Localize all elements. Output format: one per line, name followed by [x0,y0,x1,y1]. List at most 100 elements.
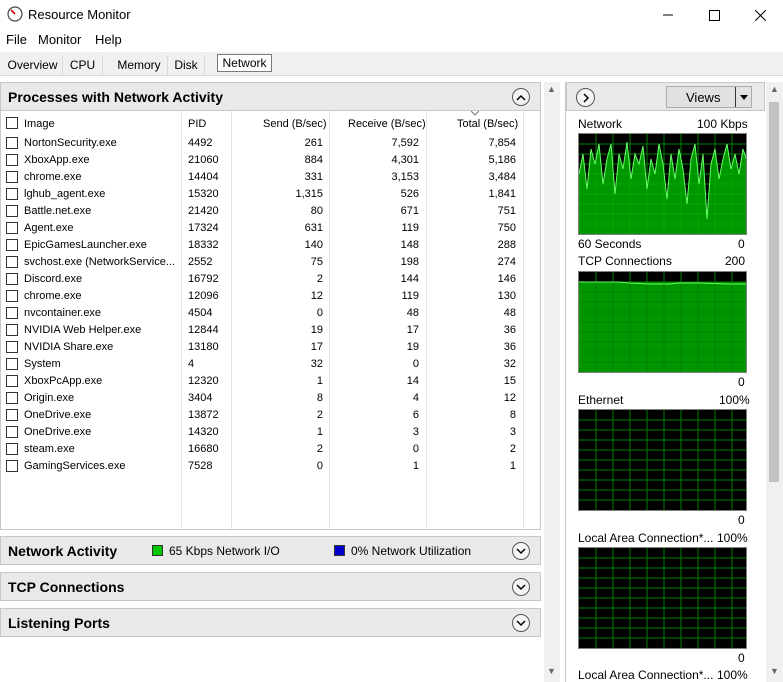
table-row[interactable]: chrome.exe 14404 331 3,153 3,484 [1,169,541,186]
table-row[interactable]: Battle.net.exe 21420 80 671 751 [1,203,541,220]
listening-ports-title: Listening Ports [8,615,110,631]
graph-grid [579,410,746,510]
tcp-graph-plot [579,272,746,372]
process-pid: 12096 [188,290,219,302]
column-header-receive[interactable]: Receive (B/sec) [348,118,426,130]
row-checkbox[interactable] [6,154,18,166]
process-send: 1 [316,375,323,387]
process-send: 75 [310,256,323,268]
table-row[interactable]: chrome.exe 12096 12 119 130 [1,288,541,305]
expand-network-activity-button[interactable] [512,542,530,560]
table-row[interactable]: OneDrive.exe 14320 1 3 3 [1,424,541,441]
table-row[interactable]: steam.exe 16680 2 0 2 [1,441,541,458]
table-row[interactable]: NortonSecurity.exe 4492 261 7,592 7,854 [1,135,541,152]
row-checkbox[interactable] [6,273,18,285]
menu-file[interactable]: File [6,32,27,47]
tab-overview[interactable]: Overview [3,55,63,75]
row-checkbox[interactable] [6,256,18,268]
row-checkbox[interactable] [6,392,18,404]
network-graph-plot [579,134,746,234]
row-checkbox[interactable] [6,358,18,370]
table-row[interactable]: svchost.exe (NetworkService... 2552 75 198 2… [1,254,541,271]
scroll-up-icon[interactable]: ▲ [547,84,556,94]
tab-network[interactable]: Network [217,54,272,72]
close-button[interactable] [737,0,783,30]
tab-cpu[interactable]: CPU [63,55,103,75]
network-activity-header[interactable]: Network Activity 65 Kbps Network I/O 0% … [0,536,541,565]
tab-disk[interactable]: Disk [168,55,205,75]
row-checkbox[interactable] [6,290,18,302]
tab-memory[interactable]: Memory [111,55,168,75]
table-row[interactable]: Discord.exe 16792 2 144 146 [1,271,541,288]
expand-graphs-button[interactable] [576,88,595,107]
views-dropdown[interactable]: Views [666,86,752,108]
process-image: Agent.exe [24,222,74,234]
row-checkbox[interactable] [6,171,18,183]
network-utilization-label: 0% Network Utilization [351,544,472,558]
column-header-total[interactable]: Total (B/sec) [457,118,518,130]
left-panel-scrollbar[interactable]: ▲ ▼ [544,82,560,682]
process-receive: 198 [400,256,419,268]
table-row[interactable]: nvcontainer.exe 4504 0 48 48 [1,305,541,322]
row-checkbox[interactable] [6,443,18,455]
table-row[interactable]: NVIDIA Web Helper.exe 12844 19 17 36 [1,322,541,339]
process-pid: 4492 [188,137,213,149]
expand-tcp-connections-button[interactable] [512,578,530,596]
column-header-send[interactable]: Send (B/sec) [263,118,327,130]
column-header-image[interactable]: Image [24,118,55,130]
column-header-pid[interactable]: PID [188,118,206,130]
row-checkbox[interactable] [6,222,18,234]
table-row[interactable]: lghub_agent.exe 15320 1,315 526 1,841 [1,186,541,203]
row-checkbox[interactable] [6,341,18,353]
menu-bar: File Monitor Help [0,30,783,50]
row-checkbox[interactable] [6,137,18,149]
process-pid: 21420 [188,205,219,217]
collapse-processes-button[interactable] [512,88,530,106]
maximize-button[interactable] [691,0,737,30]
table-row[interactable]: GamingServices.exe 7528 0 1 1 [1,458,541,475]
process-pid: 4 [188,358,195,370]
menu-help[interactable]: Help [95,32,122,47]
process-receive: 119 [401,290,419,302]
process-total: 1,841 [488,188,516,200]
minimize-button[interactable] [645,0,691,30]
chevron-down-icon [516,619,526,626]
scroll-down-icon[interactable]: ▼ [547,666,556,676]
row-checkbox[interactable] [6,426,18,438]
row-checkbox[interactable] [6,409,18,421]
row-checkbox[interactable] [6,460,18,472]
process-pid: 13872 [188,409,219,421]
process-image: chrome.exe [24,171,82,183]
table-row[interactable]: OneDrive.exe 13872 2 6 8 [1,407,541,424]
table-row[interactable]: NVIDIA Share.exe 13180 17 19 36 [1,339,541,356]
row-checkbox[interactable] [6,239,18,251]
process-receive: 3,153 [391,171,419,183]
graph-tcp-name: TCP Connections [578,254,672,268]
select-all-checkbox[interactable] [6,117,18,129]
menu-monitor[interactable]: Monitor [38,32,81,47]
row-checkbox[interactable] [6,307,18,319]
tcp-connections-header[interactable]: TCP Connections [0,572,541,601]
process-receive: 144 [400,273,419,285]
expand-listening-ports-button[interactable] [512,614,530,632]
left-panel: Processes with Network Activity Image PI… [0,82,542,682]
row-checkbox[interactable] [6,324,18,336]
table-row[interactable]: Agent.exe 17324 631 119 750 [1,220,541,237]
processes-section-header[interactable]: Processes with Network Activity [0,82,541,111]
scroll-up-icon[interactable]: ▲ [770,84,779,94]
table-row[interactable]: XboxApp.exe 21060 884 4,301 5,186 [1,152,541,169]
process-send: 884 [304,154,323,166]
right-panel-scrollbar[interactable]: ▲ ▼ [766,82,783,682]
row-checkbox[interactable] [6,188,18,200]
table-row[interactable]: EpicGamesLauncher.exe 18332 140 148 288 [1,237,541,254]
row-checkbox[interactable] [6,205,18,217]
table-row[interactable]: Origin.exe 3404 8 4 12 [1,390,541,407]
process-send: 1 [316,426,323,438]
scroll-thumb[interactable] [769,102,779,482]
process-total: 3,484 [488,171,516,183]
listening-ports-header[interactable]: Listening Ports [0,608,541,637]
row-checkbox[interactable] [6,375,18,387]
table-row[interactable]: System 4 32 0 32 [1,356,541,373]
scroll-down-icon[interactable]: ▼ [770,666,779,676]
table-row[interactable]: XboxPcApp.exe 12320 1 14 15 [1,373,541,390]
